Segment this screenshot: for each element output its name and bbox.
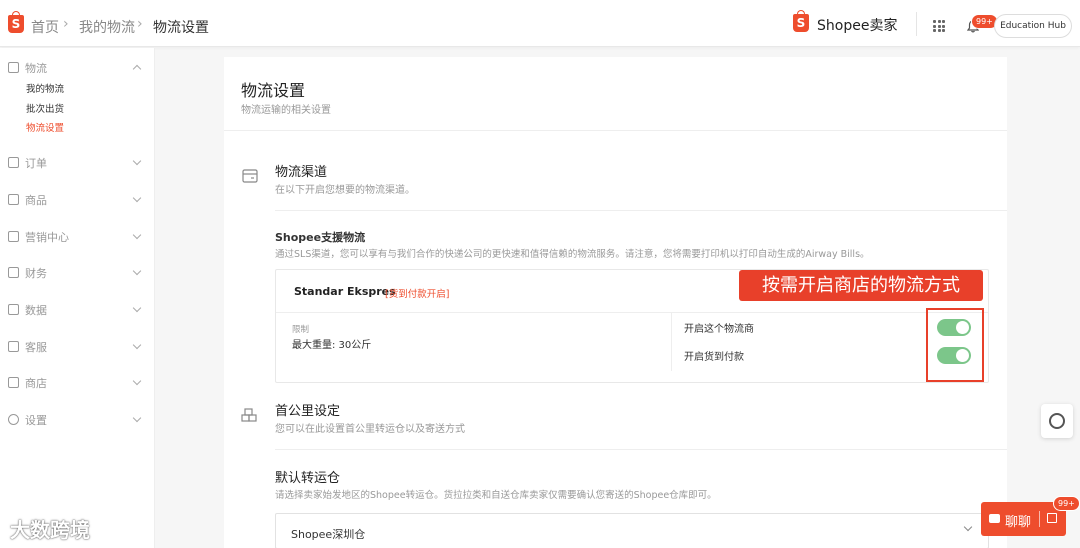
sidebar-item-label: 订单 bbox=[25, 157, 47, 170]
section-title-channels: 物流渠道 bbox=[275, 165, 328, 180]
education-hub-button[interactable]: Education Hub bbox=[994, 14, 1072, 38]
channel-box-icon bbox=[242, 169, 258, 183]
chevron-down-icon bbox=[132, 266, 142, 276]
customer-support-button[interactable] bbox=[1041, 404, 1073, 438]
sidebar-item-data[interactable]: 数据 bbox=[8, 302, 142, 318]
chevron-down-icon bbox=[132, 376, 142, 386]
gear-icon bbox=[8, 414, 19, 425]
sidebar-item-label: 客服 bbox=[25, 341, 47, 354]
sidebar-subitem-batch-shipping[interactable]: 批次出货 bbox=[26, 101, 64, 115]
chevron-down-icon bbox=[132, 193, 142, 203]
sidebar-item-label: 营销中心 bbox=[25, 231, 69, 244]
chevron-down-icon bbox=[132, 156, 142, 166]
sidebar-item-finance[interactable]: 财务 bbox=[8, 265, 142, 281]
chart-icon bbox=[8, 304, 19, 315]
divider bbox=[276, 312, 988, 313]
breadcrumb-separator-icon: › bbox=[137, 16, 143, 32]
sidebar-item-products[interactable]: 商品 bbox=[8, 192, 142, 208]
section-subtitle-channels: 在以下开启您想要的物流渠道。 bbox=[275, 185, 415, 196]
warehouse-select-value: Shopee深圳仓 bbox=[291, 528, 366, 541]
sidebar-item-label: 商品 bbox=[25, 194, 47, 207]
page-title: 物流设置 bbox=[241, 81, 306, 100]
watermark-logo: 大数跨境 bbox=[10, 518, 90, 542]
sidebar-subitem-logistics-settings[interactable]: 物流设置 bbox=[26, 120, 64, 134]
enable-carrier-label: 开启这个物流商 bbox=[684, 324, 754, 335]
apps-grid-icon[interactable] bbox=[933, 20, 945, 32]
brand-name: Shopee卖家 bbox=[817, 18, 898, 34]
supported-logistics-title: Shopee支援物流 bbox=[275, 231, 366, 244]
sidebar-item-label: 物流 bbox=[25, 62, 47, 75]
product-icon bbox=[8, 194, 19, 205]
top-bar: S 首页 › 我的物流 › 物流设置 S Shopee卖家 99+ Educat… bbox=[0, 0, 1080, 47]
tag-icon bbox=[8, 231, 19, 242]
chevron-down-icon bbox=[132, 230, 142, 240]
default-warehouse-description: 请选择卖家始发地区的Shopee转运仓。货拉拉类和自送仓库卖家仅需要确认您寄送的… bbox=[275, 490, 717, 501]
shopee-seller-logo-icon: S bbox=[793, 10, 809, 32]
annotation-callout: 按需开启商店的物流方式 bbox=[739, 270, 983, 301]
enable-cod-label: 开启货到付款 bbox=[684, 352, 744, 363]
divider bbox=[916, 12, 917, 36]
section-title-first-mile: 首公里设定 bbox=[275, 404, 341, 419]
sidebar-item-label: 设置 bbox=[25, 414, 47, 427]
limit-label: 限制 bbox=[292, 325, 310, 335]
annotation-highlight-box bbox=[926, 308, 984, 382]
sidebar-item-logistics[interactable]: 物流 bbox=[8, 60, 142, 76]
chevron-down-icon bbox=[132, 303, 142, 313]
divider bbox=[1039, 511, 1040, 527]
wallet-icon bbox=[8, 267, 19, 278]
max-weight-value: 最大重量: 30公斤 bbox=[292, 340, 372, 351]
sidebar-item-marketing[interactable]: 营销中心 bbox=[8, 229, 142, 245]
sidebar-item-orders[interactable]: 订单 bbox=[8, 155, 142, 171]
divider bbox=[275, 210, 1007, 211]
sidebar-item-label: 数据 bbox=[25, 304, 47, 317]
chevron-down-icon bbox=[132, 340, 142, 350]
breadcrumb-current: 物流设置 bbox=[153, 20, 209, 36]
sidebar-subitem-my-logistics[interactable]: 我的物流 bbox=[26, 81, 64, 95]
divider bbox=[224, 130, 1007, 131]
breadcrumb-my-logistics[interactable]: 我的物流 bbox=[79, 17, 135, 37]
sidebar bbox=[0, 48, 155, 548]
supported-logistics-description: 通过SLS渠道，您可以享有与我们合作的快递公司的更快速和值得信赖的物流服务。请注… bbox=[275, 249, 870, 260]
shopee-logo-icon[interactable]: S bbox=[8, 11, 24, 33]
chat-badge: 99+ bbox=[1053, 496, 1080, 511]
truck-icon bbox=[8, 62, 19, 73]
sidebar-item-shop[interactable]: 商店 bbox=[8, 375, 142, 391]
sidebar-item-label: 财务 bbox=[25, 267, 47, 280]
chat-bubble-icon bbox=[989, 514, 1000, 523]
cod-status-tag: [货到付款开启] bbox=[385, 289, 450, 300]
page-subtitle: 物流运输的相关设置 bbox=[241, 105, 331, 116]
divider bbox=[671, 313, 672, 371]
chat-icon bbox=[8, 341, 19, 352]
headset-icon bbox=[1049, 413, 1065, 429]
breadcrumb-separator-icon: › bbox=[63, 16, 69, 32]
sidebar-item-settings[interactable]: 设置 bbox=[8, 412, 142, 428]
chat-label: 聊聊 bbox=[1005, 515, 1032, 530]
shop-icon bbox=[8, 377, 19, 388]
divider bbox=[275, 449, 1007, 450]
order-icon bbox=[8, 157, 19, 168]
default-warehouse-title: 默认转运仓 bbox=[275, 471, 341, 486]
chevron-up-icon bbox=[132, 64, 142, 74]
carrier-name: Standar Ekspres bbox=[294, 285, 396, 298]
warehouse-boxes-icon bbox=[241, 408, 257, 422]
sidebar-item-customer-service[interactable]: 客服 bbox=[8, 339, 142, 355]
sidebar-item-label: 商店 bbox=[25, 377, 47, 390]
expand-chat-icon[interactable] bbox=[1047, 513, 1057, 523]
breadcrumb-home[interactable]: 首页 bbox=[31, 17, 59, 37]
chevron-down-icon bbox=[132, 413, 142, 423]
section-subtitle-first-mile: 您可以在此设置首公里转运仓以及寄送方式 bbox=[275, 424, 465, 435]
warehouse-select[interactable] bbox=[275, 513, 989, 548]
